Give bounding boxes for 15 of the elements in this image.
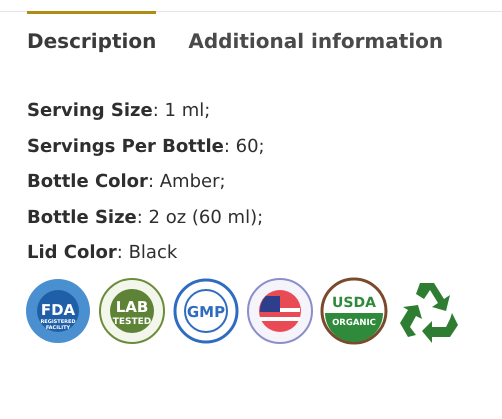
spec-line: Bottle Color: Amber; xyxy=(27,170,227,194)
badge-text: FDA xyxy=(40,300,76,318)
spec-line: Serving Size: 1 ml; xyxy=(27,99,212,123)
recycle-icon xyxy=(400,282,458,342)
spec-line: Bottle Size: 2 oz (60 ml); xyxy=(27,206,264,230)
badge-text: LAB xyxy=(116,298,148,316)
spec-line: Lid Color: Black xyxy=(27,241,178,265)
spec-line: Servings Per Bottle: 60; xyxy=(27,134,266,158)
tab[interactable]: Additional information xyxy=(188,11,444,60)
badge-text: GMP xyxy=(186,302,226,320)
badge-text: TESTED xyxy=(112,316,152,326)
badge-text: USDA xyxy=(332,294,376,310)
tab[interactable]: Description xyxy=(27,11,156,60)
badge-text: ORGANIC xyxy=(332,318,376,328)
flag-seal-icon xyxy=(247,278,313,344)
